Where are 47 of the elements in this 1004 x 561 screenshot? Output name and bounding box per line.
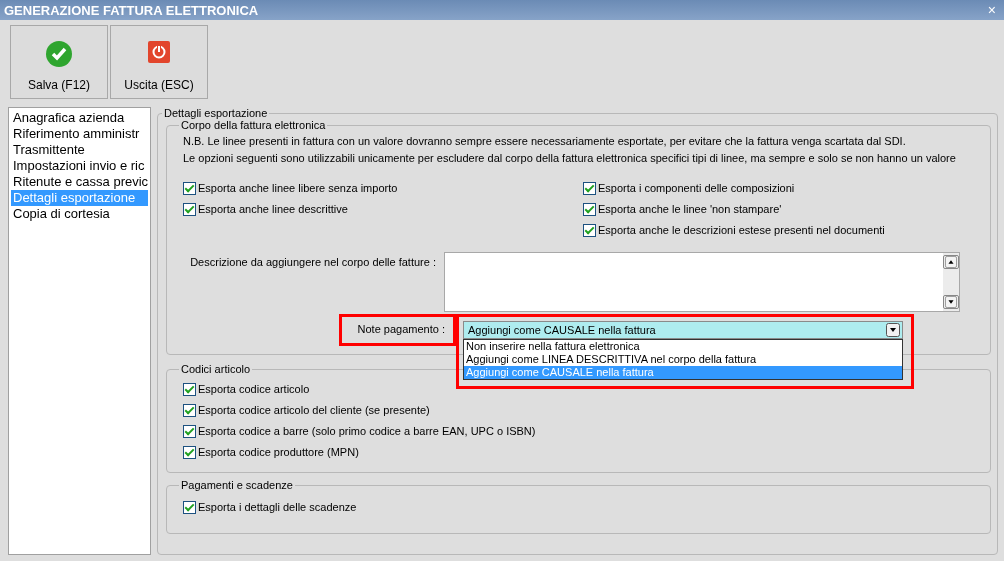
note-text: Le opzioni seguenti sono utilizzabili unicamente per escludere dal corpo della fattura elettronica specifici tipi di linee, ma sempre e solo se non hanno un valore xyxy=(183,152,956,164)
checkbox-label: Esporta i dettagli delle scadenze xyxy=(198,501,357,513)
field-label: Descrizione da aggiungere nel corpo delle fatture : xyxy=(190,256,436,270)
checkbox-label: Esporta codice articolo xyxy=(198,383,310,395)
checkbox-label: Esporta codice a barre (solo primo codice a barre EAN, UPC o ISBN) xyxy=(198,425,536,437)
dropdown-option[interactable]: Non inserire nella fattura elettronica xyxy=(464,340,902,353)
section-title: Dettagli esportazione xyxy=(163,107,269,119)
sidebar-item[interactable]: Ritenute e cassa previc xyxy=(11,174,148,190)
checkbox[interactable] xyxy=(183,500,196,514)
dropdown-option[interactable]: Aggiungi come LINEA DESCRITTIVA nel corpo della fattura xyxy=(464,353,902,366)
checkbox[interactable] xyxy=(183,445,196,459)
checkbox-label: Esporta anche linee libere senza importo xyxy=(198,182,398,194)
note-text: N.B. Le linee presenti in fattura con un valore dovranno sempre essere necessariamente esportate, per evitare che la fattura venga scartata dal SDI. xyxy=(183,135,906,147)
checkbox[interactable] xyxy=(583,223,596,237)
checkbox[interactable] xyxy=(183,181,196,195)
checkmark-icon xyxy=(45,40,73,68)
sidebar-item[interactable]: Trasmittente xyxy=(11,142,148,158)
section-title: Codici articolo xyxy=(180,363,252,375)
checkbox[interactable] xyxy=(183,424,196,438)
scroll-up-icon[interactable] xyxy=(943,255,959,269)
checkbox-label: Esporta anche linee descrittive xyxy=(198,203,348,215)
checkbox-label: Esporta anche le linee 'non stampare' xyxy=(598,203,782,215)
checkbox[interactable] xyxy=(183,382,196,396)
sidebar-item[interactable]: Anagrafica azienda xyxy=(11,110,148,126)
payment-dropdown[interactable]: Aggiungi come CAUSALE nella fattura xyxy=(463,321,903,339)
toolbar-button[interactable]: Salva (F12) xyxy=(10,25,108,99)
dropdown-value: Aggiungi come CAUSALE nella fattura xyxy=(468,324,656,336)
checkbox-label: Esporta i componenti delle composizioni xyxy=(598,182,795,194)
field-label: Note pagamento : xyxy=(357,323,445,335)
checkbox[interactable] xyxy=(183,403,196,417)
section-title: Pagamenti e scadenze xyxy=(180,479,294,491)
checkbox[interactable] xyxy=(583,202,596,216)
sidebar-item[interactable]: Copia di cortesia xyxy=(11,206,148,222)
window-title: GENERAZIONE FATTURA ELETTRONICA xyxy=(4,2,259,18)
checkbox[interactable] xyxy=(183,202,196,216)
scrollbar[interactable] xyxy=(943,253,959,311)
checkbox-label: Esporta anche le descrizioni estese presenti nel documenti xyxy=(598,224,885,236)
power-icon xyxy=(147,40,171,64)
description-field[interactable] xyxy=(444,252,960,312)
section-title: Corpo della fattura elettronica xyxy=(180,119,327,131)
checkbox-label: Esporta codice produttore (MPN) xyxy=(198,446,359,458)
checkbox[interactable] xyxy=(583,181,596,195)
toolbar-button[interactable]: Uscita (ESC) xyxy=(110,25,208,99)
checkbox-label: Esporta codice articolo del cliente (se presente) xyxy=(198,404,430,416)
scroll-down-icon[interactable] xyxy=(943,295,959,309)
sidebar-item[interactable]: Riferimento amministr xyxy=(11,126,148,142)
sidebar-item[interactable]: Impostazioni invio e ric xyxy=(11,158,148,174)
